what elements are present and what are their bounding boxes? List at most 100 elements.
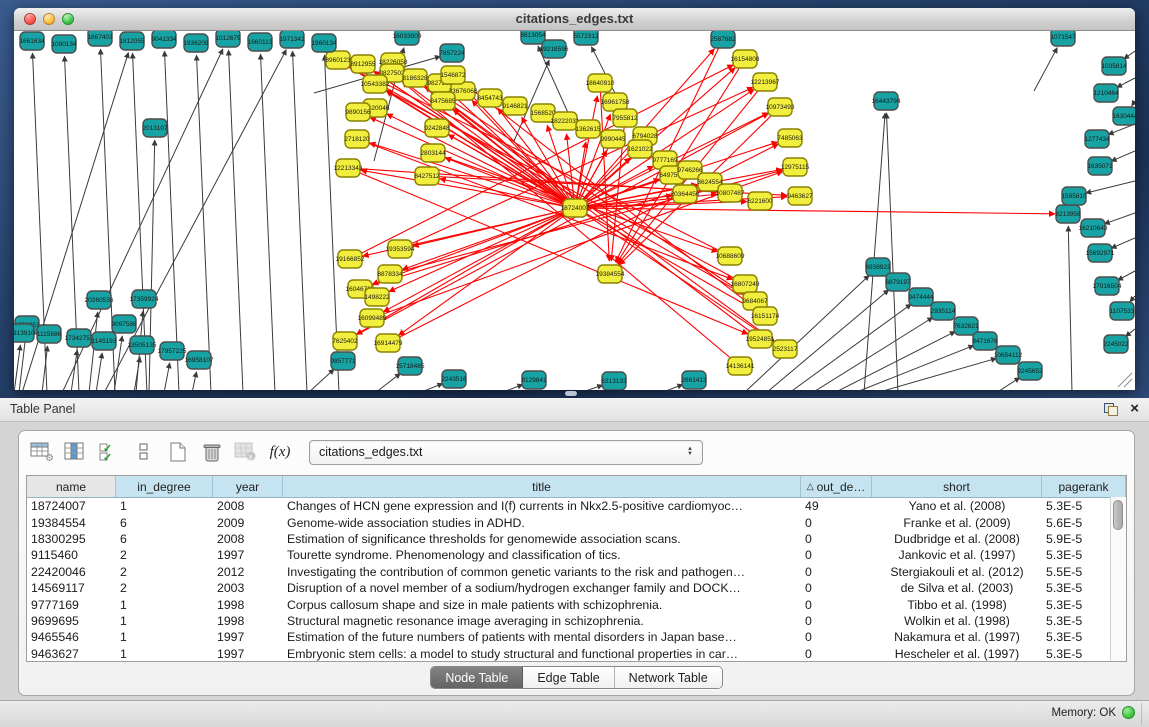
select-columns-button[interactable]: ✓✓ bbox=[95, 438, 125, 466]
network-view-window: citations_edges.txt 18724007896012389129… bbox=[14, 8, 1135, 390]
table-row[interactable]: 1830029562008Estimation of significance … bbox=[27, 531, 1126, 547]
network-node-label: 1546872 bbox=[440, 72, 466, 79]
network-node-label: 9890156 bbox=[345, 109, 371, 116]
network-node-label: 1107533 bbox=[1110, 308, 1135, 315]
cell-out_degree: 0 bbox=[801, 565, 872, 579]
table-panel-card: ⚙ ✓✓ x f(x) bbox=[18, 430, 1135, 696]
network-node-label: 1090134 bbox=[51, 41, 77, 48]
cell-title: Embryonic stem cells: a model to study s… bbox=[283, 647, 801, 661]
network-node-label: 1595810 bbox=[1061, 193, 1087, 200]
network-node-label: 12213967 bbox=[751, 79, 780, 86]
network-node-label: 15692971 bbox=[1086, 250, 1115, 257]
cell-in_degree: 1 bbox=[116, 598, 213, 612]
network-node-label: 7625402 bbox=[332, 338, 358, 345]
cell-in_degree: 2 bbox=[116, 548, 213, 562]
show-columns-button[interactable] bbox=[61, 438, 91, 466]
table-row[interactable]: 946362711997Embryonic stem cells: a mode… bbox=[27, 646, 1126, 662]
column-header-year[interactable]: year bbox=[213, 476, 283, 497]
network-node-label: 10973493 bbox=[766, 104, 795, 111]
table-mode-button[interactable]: ⚙ bbox=[27, 438, 57, 466]
network-node-label: 2523117 bbox=[773, 346, 798, 353]
network-edge bbox=[812, 317, 933, 390]
function-builder-button[interactable]: f(x) bbox=[265, 444, 295, 461]
column-header-name[interactable]: name bbox=[27, 476, 116, 497]
column-header-pagerank[interactable]: pagerank bbox=[1042, 476, 1126, 497]
network-edge bbox=[876, 358, 996, 390]
network-edge bbox=[419, 383, 443, 390]
network-node-label: 10654112 bbox=[994, 352, 1023, 359]
table-row[interactable]: 1872400712008Changes of HCN gene express… bbox=[27, 498, 1126, 514]
cell-out_degree: 0 bbox=[801, 532, 872, 546]
network-window-titlebar[interactable]: citations_edges.txt bbox=[14, 8, 1135, 31]
table-tabs: Node TableEdge TableNetwork Table bbox=[430, 666, 722, 689]
cell-out_degree: 0 bbox=[801, 581, 872, 595]
network-node-label: 7485063 bbox=[777, 135, 803, 142]
network-edge bbox=[1111, 238, 1135, 248]
table-vertical-scrollbar[interactable] bbox=[1110, 497, 1126, 661]
new-column-button[interactable] bbox=[163, 438, 193, 466]
network-node-label: 9474444 bbox=[908, 294, 934, 301]
column-header-title[interactable]: title bbox=[283, 476, 801, 497]
network-node-label: 10543382 bbox=[361, 81, 390, 88]
row-height-button[interactable] bbox=[129, 438, 159, 466]
scrollbar-thumb[interactable] bbox=[1113, 500, 1123, 530]
network-node-label: 1960134 bbox=[311, 40, 337, 47]
cell-year: 1997 bbox=[213, 630, 283, 644]
network-node-label: 8878334 bbox=[377, 271, 403, 278]
network-window-title: citations_edges.txt bbox=[14, 11, 1135, 26]
table-toolbar: ⚙ ✓✓ x f(x) bbox=[19, 431, 1134, 471]
tab-node-table[interactable]: Node Table bbox=[431, 667, 523, 688]
column-header-label: out_de… bbox=[817, 480, 866, 494]
cell-out_degree: 0 bbox=[801, 598, 872, 612]
column-header-short[interactable]: short bbox=[872, 476, 1042, 497]
close-panel-icon[interactable]: × bbox=[1130, 400, 1139, 418]
network-node-label: 9684067 bbox=[742, 298, 768, 305]
table-row[interactable]: 969969511998Structural magnetic resonanc… bbox=[27, 613, 1126, 629]
float-panel-icon[interactable] bbox=[1104, 403, 1118, 416]
network-canvas[interactable]: 1872400789601238912955182260589827503105… bbox=[14, 31, 1135, 390]
column-header-in_degree[interactable]: in_degree bbox=[116, 476, 213, 497]
cell-short: Jankovic et al. (1997) bbox=[872, 548, 1042, 562]
column-header-label: title bbox=[532, 480, 551, 494]
cell-short: Franke et al. (2009) bbox=[872, 516, 1042, 530]
network-node-label: 1661634 bbox=[19, 38, 45, 45]
table-row[interactable]: 1938455462009Genome-wide association stu… bbox=[27, 514, 1126, 530]
cell-year: 2009 bbox=[213, 516, 283, 530]
network-node-label: 1145193 bbox=[92, 338, 117, 345]
cell-in_degree: 2 bbox=[116, 565, 213, 579]
network-edge bbox=[229, 50, 243, 390]
memory-status-icon[interactable] bbox=[1122, 706, 1135, 719]
node-table: namein_degreeyear title △out_de…shortpager… bbox=[26, 475, 1127, 662]
network-node-label: 8912955 bbox=[350, 61, 376, 68]
delete-table-button[interactable]: x bbox=[231, 438, 261, 466]
network-edge bbox=[886, 113, 898, 390]
network-edge bbox=[164, 363, 170, 390]
delete-column-button[interactable] bbox=[197, 438, 227, 466]
cell-out_degree: 0 bbox=[801, 548, 872, 562]
table-selector-dropdown[interactable]: citations_edges.txt ▲▼ bbox=[309, 440, 703, 465]
table-row[interactable]: 2242004622012Investigating the contribut… bbox=[27, 564, 1126, 580]
table-row[interactable]: 1456911722003Disruption of a novel membe… bbox=[27, 580, 1126, 596]
column-header-out_degree[interactable]: △out_de… bbox=[801, 476, 872, 497]
network-node-label: 19384554 bbox=[596, 271, 625, 278]
splitter-handle[interactable] bbox=[565, 391, 577, 396]
cell-name: 9463627 bbox=[27, 647, 116, 661]
table-row[interactable]: 911546021997Tourette syndrome. Phenomeno… bbox=[27, 547, 1126, 563]
tab-edge-table[interactable]: Edge Table bbox=[523, 667, 614, 688]
table-row[interactable]: 977716911998Corpus callosum shape and si… bbox=[27, 596, 1126, 612]
network-edge bbox=[345, 113, 769, 341]
status-divider bbox=[1141, 703, 1142, 725]
cell-title: Disruption of a novel member of a sodium… bbox=[283, 581, 801, 595]
network-node-label: 6313133 bbox=[601, 378, 627, 385]
cell-title: Estimation of significance thresholds fo… bbox=[283, 532, 801, 546]
trash-icon bbox=[200, 441, 224, 463]
cell-year: 1998 bbox=[213, 598, 283, 612]
table-row[interactable]: 946554611997Estimation of the future num… bbox=[27, 629, 1126, 645]
cell-year: 2003 bbox=[213, 581, 283, 595]
network-edge bbox=[1118, 271, 1135, 280]
svg-text:x: x bbox=[249, 453, 253, 462]
cell-year: 1997 bbox=[213, 647, 283, 661]
network-node-label: 9146821 bbox=[502, 103, 528, 110]
network-node-label: 19218596 bbox=[540, 46, 569, 53]
tab-network-table[interactable]: Network Table bbox=[615, 667, 722, 688]
